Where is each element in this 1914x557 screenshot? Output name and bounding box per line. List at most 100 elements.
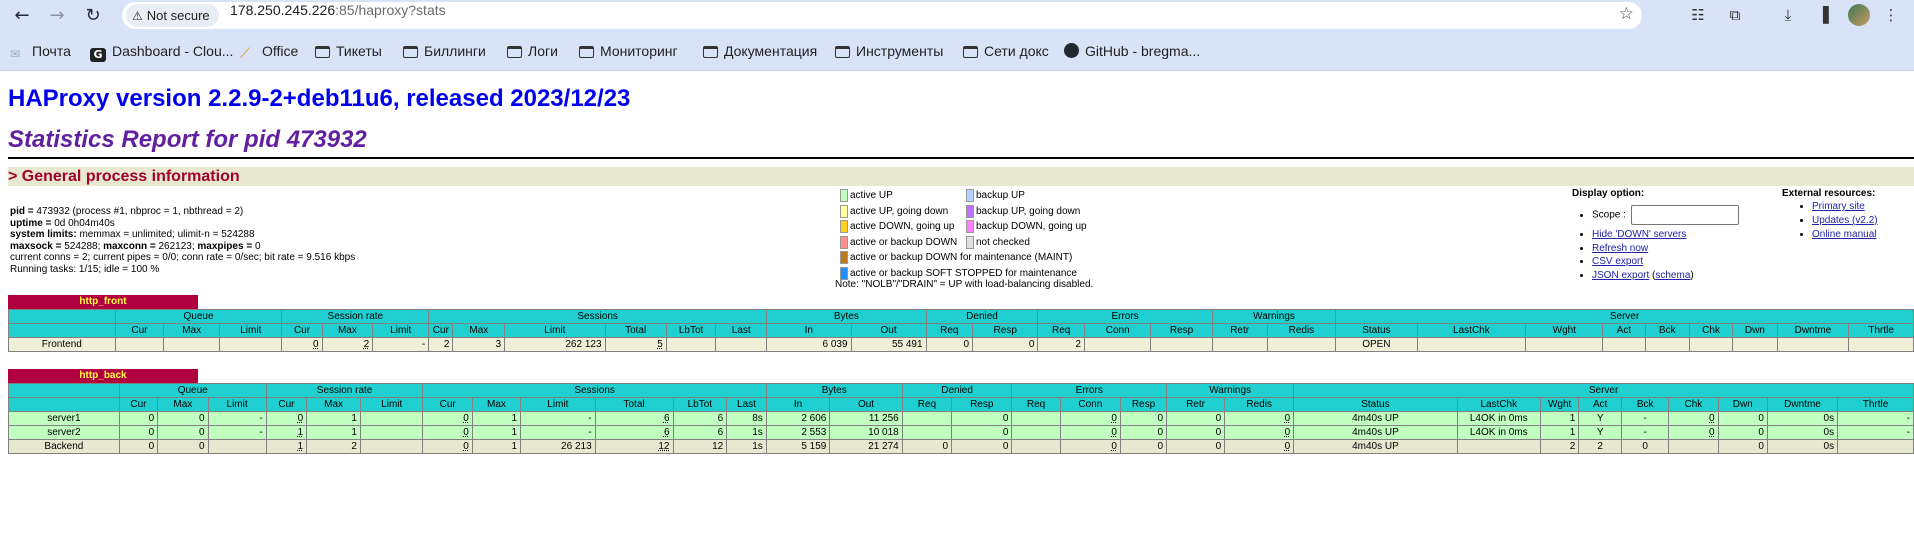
- cell-redis: 0: [1224, 439, 1295, 454]
- download-icon[interactable]: ⤓: [1777, 4, 1799, 26]
- cell-lbtot: [665, 337, 717, 352]
- profile-avatar[interactable]: [1848, 4, 1870, 26]
- scope-input[interactable]: [1630, 205, 1739, 225]
- refresh-link[interactable]: Refresh now: [1592, 243, 1648, 254]
- cell-redis: 0: [1224, 425, 1295, 440]
- primary-site-link[interactable]: Primary site: [1812, 201, 1865, 212]
- cell-total: 6: [594, 425, 674, 440]
- online-manual-link[interactable]: Online manual: [1812, 229, 1876, 240]
- cell-resp: 0: [1119, 425, 1168, 440]
- cell-wght: 1: [1539, 411, 1580, 426]
- address-bar[interactable]: ⚠ Not secure 178.250.245.226:85/haproxy?s…: [122, 2, 1642, 29]
- cell-req: 0: [901, 439, 953, 454]
- cell-req: [1011, 439, 1061, 454]
- bookmark-folder-netdocs[interactable]: Сети докс: [963, 42, 1049, 60]
- cell-req: [1011, 425, 1061, 440]
- cell-dwntme: 0s: [1766, 411, 1839, 426]
- cell-act: 2: [1578, 439, 1623, 454]
- extension-list-icon[interactable]: ☷: [1687, 4, 1709, 26]
- legend-label: active UP: [850, 190, 893, 201]
- cell-max: [163, 337, 221, 352]
- bookmark-label: GitHub - bregma...: [1085, 43, 1201, 59]
- column-header-redis: Redis: [1224, 397, 1295, 412]
- column-header-thrtle: Thrtle: [1848, 323, 1914, 338]
- cell-thrtle: [1837, 439, 1914, 454]
- cell-limit: [359, 425, 424, 440]
- bookmark-label: Мониторинг: [600, 43, 678, 59]
- legend-label: active DOWN, going up: [850, 221, 955, 232]
- hide-down-link[interactable]: Hide 'DOWN' servers: [1592, 229, 1686, 240]
- cell-lbtot: 12: [672, 439, 728, 454]
- bookmark-star-icon[interactable]: ☆: [1619, 4, 1634, 24]
- legend-label: active or backup SOFT STOPPED for mainte…: [850, 267, 1077, 279]
- column-header-out: Out: [829, 397, 903, 412]
- pid-label: pid =: [10, 206, 37, 217]
- row-name[interactable]: server1: [8, 411, 120, 426]
- row-name[interactable]: server2: [8, 425, 120, 440]
- schema-link[interactable]: schema: [1655, 270, 1690, 281]
- stats-page: HAProxy version 2.2.9-2+deb11u6, release…: [0, 72, 1914, 557]
- bookmark-folder-tickets[interactable]: Тикеты: [315, 42, 382, 60]
- bookmark-folder-monitoring[interactable]: Мониторинг: [579, 42, 678, 60]
- back-arrow-icon[interactable]: ←: [9, 3, 35, 29]
- json-export-link[interactable]: JSON export: [1592, 270, 1649, 281]
- process-info: pid = 473932 (process #1, nbproc = 1, nb…: [10, 206, 355, 276]
- group-header-warnings: Warnings: [1211, 309, 1337, 324]
- column-header-wght: Wght: [1539, 397, 1580, 412]
- bookmark-folder-docs[interactable]: Документация: [703, 42, 817, 60]
- row-name[interactable]: Backend: [8, 439, 120, 454]
- uptime-label: uptime =: [10, 217, 55, 229]
- cell-act: Y: [1578, 425, 1623, 440]
- group-header-session-rate: Session rate: [265, 383, 424, 398]
- url-text[interactable]: 178.250.245.226:85/haproxy?stats: [230, 2, 446, 29]
- column-header-bck: Bck: [1621, 397, 1670, 412]
- bookmark-dashboard[interactable]: G Dashboard - Clou...: [90, 42, 233, 62]
- column-header-lbtot: LbTot: [665, 323, 717, 338]
- updates-link[interactable]: Updates (v2.2): [1812, 215, 1878, 226]
- folder-icon: [579, 46, 594, 58]
- group-header-bytes: Bytes: [765, 383, 903, 398]
- cell-lastchk: [1456, 439, 1541, 454]
- legend-label: active or backup DOWN: [850, 236, 958, 248]
- security-chip[interactable]: ⚠ Not secure: [126, 4, 219, 27]
- bookmark-github[interactable]: GitHub - bregma...: [1064, 42, 1200, 60]
- cell-chk: [1688, 337, 1734, 352]
- bookmark-office[interactable]: ⟋ Office: [240, 42, 298, 62]
- legend-swatch: [966, 220, 974, 233]
- cell-retr: 0: [1166, 425, 1226, 440]
- cell-max: 2: [306, 439, 361, 454]
- bookmark-folder-tools[interactable]: Инструменты: [835, 42, 943, 60]
- cell-max: 1: [471, 439, 522, 454]
- column-header-retr: Retr: [1211, 323, 1268, 338]
- cell-cur: [114, 337, 165, 352]
- cell-dwn: 0: [1717, 425, 1768, 440]
- display-options-title: Display option:: [1572, 188, 1645, 199]
- column-header-max: Max: [452, 323, 506, 338]
- cell-resp: 0: [951, 439, 1013, 454]
- forward-arrow-icon[interactable]: →: [44, 3, 70, 29]
- bookmark-folder-logs[interactable]: Логи: [507, 42, 558, 60]
- maxpipes-label: maxpipes =: [197, 240, 255, 252]
- legend-item: active or backup DOWN for maintenance (M…: [840, 251, 1072, 266]
- reload-icon[interactable]: ↻: [80, 3, 106, 29]
- column-header-limit: Limit: [207, 397, 267, 412]
- side-panel-icon[interactable]: ▐: [1812, 4, 1834, 26]
- column-header-req: Req: [1011, 397, 1061, 412]
- cell-cur: 1: [265, 439, 308, 454]
- puzzle-extensions-icon[interactable]: ⧉: [1724, 4, 1746, 26]
- row-name[interactable]: Frontend: [8, 337, 116, 352]
- group-header-server: Server: [1335, 309, 1914, 324]
- cell-wght: 2: [1539, 439, 1580, 454]
- column-header-conn: Conn: [1059, 397, 1121, 412]
- cell-last: 1s: [726, 439, 767, 454]
- menu-kebab-icon[interactable]: ⋮: [1880, 4, 1902, 26]
- bookmark-pochta[interactable]: ✉ Почта: [10, 42, 71, 61]
- cell-status: 4m40s UP: [1293, 411, 1458, 426]
- bookmark-label: Почта: [32, 43, 71, 59]
- maxconn-label: maxconn =: [103, 240, 159, 252]
- legend-swatch: [840, 220, 848, 233]
- bookmark-folder-billing[interactable]: Биллинги: [403, 42, 486, 60]
- csv-export-link[interactable]: CSV export: [1592, 256, 1643, 267]
- url-host: 178.250.245.226: [230, 2, 336, 18]
- folder-icon: [703, 46, 718, 58]
